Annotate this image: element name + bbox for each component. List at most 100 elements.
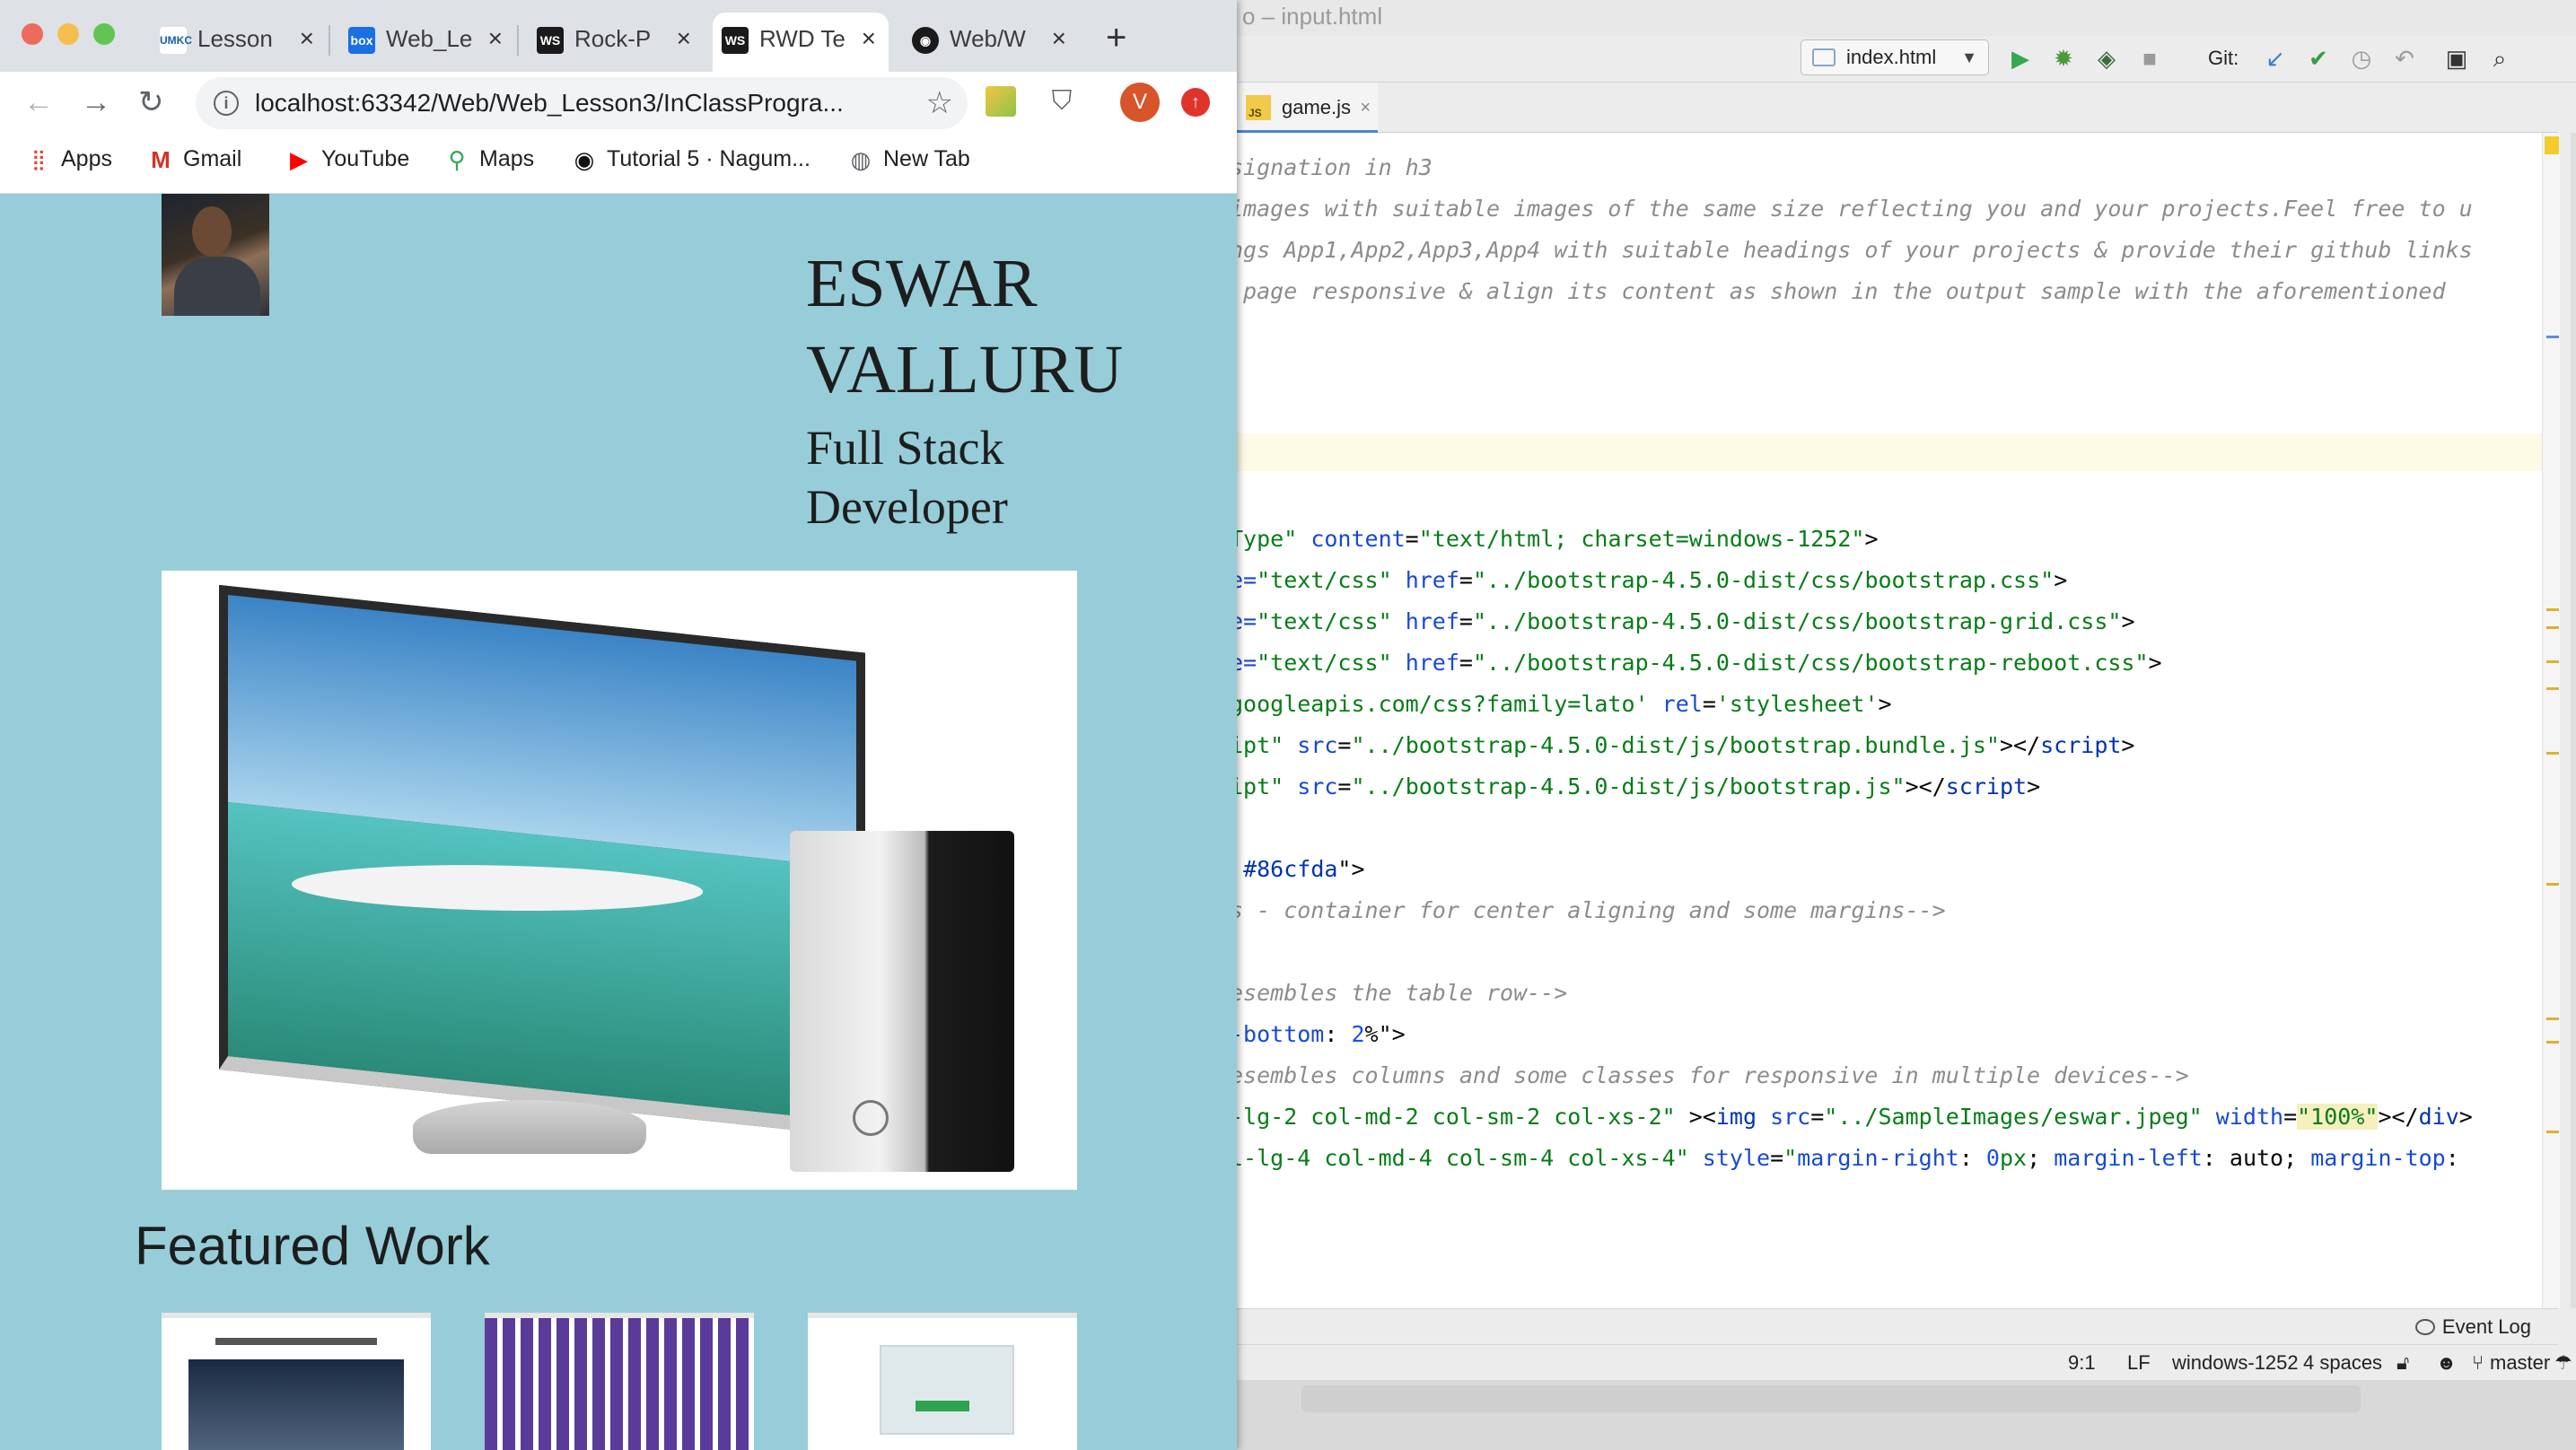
page-subtitle: Full Stack Developer <box>806 418 1165 537</box>
bookmark-maps[interactable]: ⚲ Maps <box>443 135 534 183</box>
git-history-icon[interactable]: ◷ <box>2346 43 2377 74</box>
terminal-icon[interactable]: ▣ <box>2441 43 2472 74</box>
code-token: href <box>1405 650 1459 676</box>
update-arrow-icon[interactable]: ↑ <box>1181 88 1210 117</box>
code-line[interactable]: ipt" src="../bootstrap-4.5.0-dist/js/boo… <box>1230 727 2134 764</box>
code-token: Type" <box>1230 526 1311 552</box>
code-editor[interactable]: signation in h3 images with suitable imag… <box>1230 133 2542 1308</box>
code-line[interactable]: -bottom: 2%"> <box>1230 1016 1406 1053</box>
indent-setting[interactable]: 4 spaces <box>2303 1345 2382 1381</box>
code-token: = <box>1459 608 1473 634</box>
code-token: ngs App1,App2,App3,App4 with suitable he… <box>1230 237 2473 263</box>
browser-tab-0[interactable]: UMKC Lesson × <box>151 13 327 72</box>
bookmark-youtube[interactable]: ▶ YouTube <box>285 135 409 183</box>
code-line[interactable]: ngs App1,App2,App3,App4 with suitable he… <box>1230 231 2473 269</box>
close-tab-icon[interactable]: × <box>862 13 876 65</box>
shield-icon[interactable]: ⛉ <box>1047 86 1077 117</box>
browser-tab-2[interactable]: WS Rock-P × <box>528 13 704 72</box>
code-token: href <box>1405 608 1459 634</box>
zoom-window-button[interactable] <box>93 23 115 45</box>
code-line[interactable]: esembles columns and some classes for re… <box>1230 1057 2189 1095</box>
code-token: rel <box>1661 691 1703 717</box>
search-icon[interactable]: ⌕ <box>2484 43 2515 74</box>
coverage-icon[interactable]: ◈ <box>2091 43 2122 74</box>
git-commit-icon[interactable]: ✔ <box>2303 43 2334 74</box>
close-tab-icon[interactable]: × <box>677 13 691 65</box>
code-line[interactable]: s - container for center aligning and so… <box>1230 892 1946 930</box>
line-separator[interactable]: LF <box>2127 1345 2151 1381</box>
reload-icon[interactable]: ↻ <box>138 84 164 120</box>
address-bar[interactable]: i localhost:63342/Web/Web_Lesson3/InClas… <box>196 77 968 129</box>
stripe-mark <box>2546 608 2559 611</box>
code-line[interactable]: e="text/css" href="../bootstrap-4.5.0-di… <box>1230 562 2067 599</box>
file-encoding[interactable]: windows-1252 <box>2172 1345 2299 1381</box>
ide-notification-icon[interactable]: ☂ <box>2554 1345 2572 1381</box>
code-line[interactable]: esembles the table row--> <box>1230 974 1567 1012</box>
desktop-screen: o – input.html index.html ▼ ▶ ✹ ◈ ■ Git:… <box>0 0 2576 1450</box>
featured-thumbnail-3[interactable] <box>808 1313 1077 1450</box>
code-line[interactable]: signation in h3 <box>1230 149 1433 187</box>
error-stripe <box>2542 133 2560 1308</box>
extension-photo-icon[interactable] <box>986 86 1016 117</box>
code-line[interactable]: page responsive & align its content as s… <box>1230 273 2446 310</box>
code-line[interactable]: e="text/css" href="../bootstrap-4.5.0-di… <box>1230 644 2162 682</box>
run-icon[interactable]: ▶ <box>2005 43 2036 74</box>
featured-work-heading: Featured Work <box>135 1216 490 1276</box>
featured-thumbnail-2[interactable] <box>485 1313 754 1450</box>
globe-icon: ◍ <box>850 146 872 173</box>
code-token: = <box>1702 691 1716 717</box>
bookmark-new-tab[interactable]: ◍ New Tab <box>847 135 970 183</box>
close-window-button[interactable] <box>22 23 43 45</box>
code-token: "text/css" <box>1257 567 1406 593</box>
new-tab-button[interactable]: + <box>1106 20 1126 56</box>
lock-icon[interactable]: 🔓︎ <box>2396 1345 2409 1381</box>
code-token: "text/css" <box>1257 608 1406 634</box>
editor-scrollbar[interactable] <box>2571 133 2576 1308</box>
bookmark-tutorial[interactable]: ◉ Tutorial 5 · Nagum... <box>571 135 810 183</box>
code-line[interactable]: #86cfda"> <box>1230 851 1364 888</box>
code-token: page responsive & align its content as s… <box>1230 278 2446 304</box>
site-info-icon[interactable]: i <box>214 91 239 116</box>
ide-toolbar: index.html ▼ ▶ ✹ ◈ ■ Git: ↙ ✔ ◷ ↶ ▣ ⌕ <box>1230 36 2576 83</box>
code-token: = <box>2283 1104 2298 1130</box>
git-rollback-icon[interactable]: ↶ <box>2389 43 2420 74</box>
close-tab-icon[interactable]: × <box>300 13 314 65</box>
code-line[interactable]: googleapis.com/css?family=lato' rel='sty… <box>1230 686 1892 723</box>
browser-tab-4[interactable]: ◉ Web/W × <box>903 13 1079 72</box>
tab-separator <box>517 25 519 56</box>
browser-tab-1[interactable]: box Web_Le × <box>339 13 515 72</box>
inspector-icon[interactable]: ☻ <box>2436 1345 2457 1381</box>
git-branch[interactable]: master <box>2490 1345 2550 1381</box>
bookmark-apps[interactable]: ⣿ Apps <box>25 135 112 183</box>
code-line[interactable]: images with suitable images of the same … <box>1230 190 2473 228</box>
featured-thumbnail-1[interactable] <box>162 1313 431 1450</box>
code-line[interactable]: e="text/css" href="../bootstrap-4.5.0-di… <box>1230 603 2135 641</box>
github-favicon-icon: ◉ <box>912 27 939 54</box>
event-log-button[interactable]: Event Log <box>2414 1309 2531 1345</box>
code-line[interactable]: ipt" src="../bootstrap-4.5.0-dist/js/boo… <box>1230 768 2040 806</box>
code-line[interactable]: -lg-2 col-md-2 col-sm-2 col-xs-2" ><img … <box>1230 1098 2473 1136</box>
run-config-label: index.html <box>1846 46 1937 68</box>
stop-icon[interactable]: ■ <box>2134 43 2165 74</box>
minimize-window-button[interactable] <box>57 23 79 45</box>
close-tab-icon[interactable]: × <box>488 13 503 65</box>
code-token: "../SampleImages/eswar.jpeg" <box>1824 1104 2216 1130</box>
caret-position[interactable]: 9:1 <box>2068 1345 2096 1381</box>
editor-tab-game-js[interactable]: JS game.js × <box>1237 83 1379 133</box>
code-token: >< <box>1688 1104 1716 1130</box>
git-update-icon[interactable]: ↙ <box>2260 43 2291 74</box>
bookmark-star-icon[interactable]: ☆ <box>926 77 953 129</box>
close-tab-icon[interactable]: × <box>1052 13 1066 65</box>
profile-avatar[interactable]: V <box>1120 83 1160 122</box>
back-arrow-icon[interactable]: ← <box>23 84 54 120</box>
code-line[interactable]: l-lg-4 col-md-4 col-sm-4 col-xs-4" style… <box>1230 1140 2459 1177</box>
code-token: style <box>1702 1145 1771 1171</box>
forward-arrow-icon[interactable]: → <box>81 84 111 120</box>
debug-icon[interactable]: ✹ <box>2048 43 2079 74</box>
close-icon[interactable]: × <box>1360 83 1371 133</box>
code-line[interactable]: Type" content="text/html; charset=window… <box>1230 520 1879 558</box>
page-title: ESWAR VALLURU <box>806 240 1201 413</box>
browser-tab-3-active[interactable]: WS RWD Te × <box>713 13 889 72</box>
bookmark-gmail[interactable]: M Gmail <box>147 135 241 183</box>
run-config-dropdown[interactable]: index.html ▼ <box>1801 39 1989 75</box>
